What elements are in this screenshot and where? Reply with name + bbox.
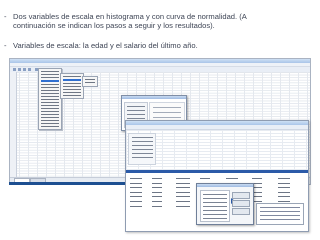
histogram-options-dialog: [196, 183, 254, 225]
bullet-histogram-normal-curve: - Dos variables de escala en histograma y…: [4, 12, 316, 31]
bullet-text-line-1: Variables de escala: la edad y el salari…: [13, 41, 198, 50]
bullet-text-line-1: Dos variables de escala en histograma y …: [13, 12, 247, 21]
bullet-marker: -: [4, 12, 7, 21]
toolbar-icon: [23, 68, 26, 71]
toolbar-icon: [18, 68, 21, 71]
dialog-title-bar: [122, 96, 186, 99]
frequencies-submenu: [82, 76, 98, 87]
spss-output-screenshot: [125, 120, 309, 232]
bullet-marker: -: [4, 41, 7, 50]
analyze-menu: [38, 68, 62, 130]
descriptive-statistics-submenu: [60, 73, 84, 99]
windows-taskbar: [9, 182, 129, 185]
dialog-variable-list: [200, 190, 230, 222]
dialog-title-bar: [197, 184, 253, 187]
dialog-button: [232, 192, 250, 199]
bullet-text-line-2: continuación se indican los pasos a segu…: [13, 21, 215, 31]
output-navigation-tree: [128, 133, 156, 165]
bullet-scale-variables: - Variables de escala: la edad y el salar…: [4, 41, 316, 50]
output-section-strip: [126, 170, 308, 173]
toolbar-icon: [28, 68, 31, 71]
toolbar-icon: [13, 68, 16, 71]
slide: - Dos variables de escala en histograma y…: [0, 0, 320, 240]
table-row: [130, 177, 304, 180]
chart-options-panel: [256, 203, 304, 225]
dialog-button: [232, 208, 250, 215]
dialog-button: [232, 200, 250, 207]
row-header-column: [10, 72, 17, 178]
